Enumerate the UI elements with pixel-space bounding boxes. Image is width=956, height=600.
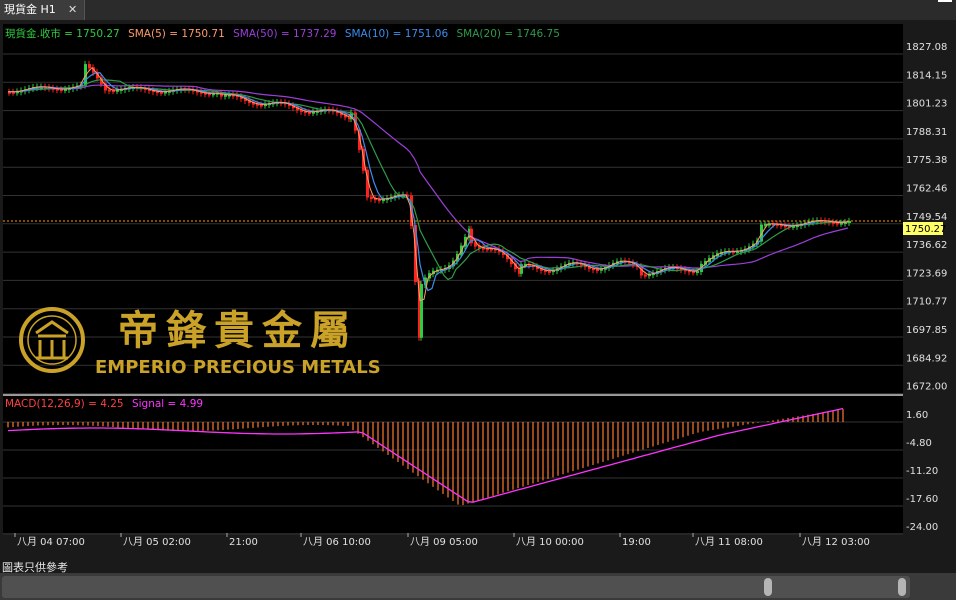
time-tick-label: 八月 10 00:00 xyxy=(516,536,584,548)
candle-body xyxy=(108,89,111,92)
legend-sma5: SMA(5) = 1750.71 xyxy=(128,28,225,40)
scrollbar-track[interactable] xyxy=(2,576,910,598)
legend-sma20: SMA(20) = 1746.75 xyxy=(457,28,560,40)
company-name-cn: 帝鋒貴金屬 xyxy=(118,308,358,354)
price-tick-label: 1672.00 xyxy=(906,382,947,393)
candle-body xyxy=(420,283,423,338)
price-tick-label: 1684.92 xyxy=(906,353,947,364)
price-tick-label: 1697.85 xyxy=(906,325,947,336)
chart-scrollbar[interactable] xyxy=(0,573,956,600)
candle-body xyxy=(644,274,647,277)
macd-tick-label: 1.60 xyxy=(906,410,928,421)
time-tick-label: 19:00 xyxy=(622,537,651,548)
legend-sma10: SMA(10) = 1751.06 xyxy=(345,28,449,40)
time-tick-label: 八月 06 10:00 xyxy=(303,536,371,548)
close-icon[interactable]: ✕ xyxy=(68,0,77,20)
price-tick-label: 1723.69 xyxy=(906,268,947,279)
price-tick-label: 1710.77 xyxy=(906,297,947,308)
macd-legend: MACD(12,26,9) = 4.25 Signal = 4.99 xyxy=(5,398,203,410)
maximize-icon[interactable] xyxy=(938,0,952,12)
price-tick-label: 1736.62 xyxy=(906,240,947,251)
legend-sma50: SMA(50) = 1737.29 xyxy=(233,28,336,40)
scrollbar-left-handle[interactable] xyxy=(764,578,772,596)
price-tick-label: 1801.23 xyxy=(906,99,947,110)
macd-tick-label: -4.80 xyxy=(906,438,932,449)
indicator-legend: 現貨金.收市 = 1750.27 SMA(5) = 1750.71 SMA(50… xyxy=(5,27,560,40)
macd-tick-label: -24.00 xyxy=(906,522,938,533)
time-tick-label: 八月 05 02:00 xyxy=(123,536,191,548)
price-tick-label: 1814.15 xyxy=(906,70,947,81)
company-name-en: EMPERIO PRECIOUS METALS xyxy=(95,357,381,378)
macd-tick-label: -11.20 xyxy=(906,466,938,477)
time-tick-label: 21:00 xyxy=(229,537,258,548)
scrollbar-right-handle[interactable] xyxy=(898,578,906,596)
price-tick-label: 1827.08 xyxy=(906,42,947,53)
tab-bar: 現貨金 H1 ✕ xyxy=(0,0,956,20)
time-tick-label: 八月 12 03:00 xyxy=(802,536,870,548)
price-tick-label: 1775.38 xyxy=(906,155,947,166)
candle-body xyxy=(370,196,373,200)
legend-signal: Signal = 4.99 xyxy=(132,398,203,410)
legend-macd: MACD(12,26,9) = 4.25 xyxy=(5,398,124,410)
tab-title: 現貨金 H1 xyxy=(4,3,56,16)
candle-body xyxy=(88,64,91,69)
time-tick-label: 八月 09 05:00 xyxy=(410,536,478,548)
price-tick-label: 1762.46 xyxy=(906,184,947,195)
chart-tab[interactable]: 現貨金 H1 ✕ xyxy=(0,0,85,20)
time-tick-label: 八月 11 08:00 xyxy=(695,536,763,548)
current-price-label: 1750.27 xyxy=(905,224,946,235)
macd-tick-label: -17.60 xyxy=(906,494,938,505)
price-tick-label: 1788.31 xyxy=(906,127,947,138)
candle-body xyxy=(548,270,551,273)
price-tick-label: 1749.54 xyxy=(906,212,947,223)
time-tick-label: 八月 04 07:00 xyxy=(17,536,85,548)
legend-price: 現貨金.收市 = 1750.27 xyxy=(5,27,120,40)
chart-area[interactable]: 1827.08 1814.15 1801.23 1788.31 1775.38 1762.… xyxy=(0,20,956,573)
